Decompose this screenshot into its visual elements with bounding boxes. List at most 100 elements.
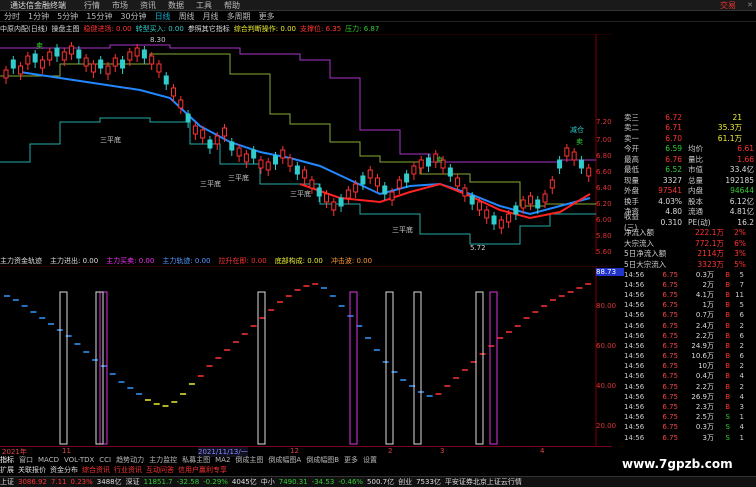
tab-indicator[interactable]: 指标 bbox=[0, 455, 14, 465]
trade-button[interactable]: 交易 bbox=[720, 0, 736, 11]
tab-private[interactable]: 私募主图 bbox=[182, 455, 210, 465]
indicator-main[interactable]: 操盘主图 bbox=[51, 24, 79, 34]
tick-volume: 10.6万 bbox=[691, 352, 714, 361]
period-1min[interactable]: 1分钟 bbox=[27, 11, 50, 22]
flow-value: 222.1万 bbox=[695, 228, 724, 238]
subchart-tick-label: 40.00 bbox=[596, 382, 617, 390]
subchart-box bbox=[349, 291, 358, 445]
candle bbox=[18, 65, 24, 75]
index-shanghai-name[interactable]: 上证 bbox=[0, 477, 14, 487]
period-intraday[interactable]: 分时 bbox=[3, 11, 21, 22]
sub-shock: 冲击波: 0.00 bbox=[330, 257, 373, 265]
candle bbox=[476, 201, 482, 211]
quote-value: 3327 bbox=[662, 175, 682, 185]
tab-ma2[interactable]: MA2 bbox=[215, 456, 230, 464]
close-icon[interactable]: ✕ bbox=[747, 1, 753, 9]
tab-trend[interactable]: 趋势动力 bbox=[116, 455, 144, 465]
link-credit[interactable]: 信用户赢利专享 bbox=[178, 465, 227, 475]
date-label-1: 11 bbox=[62, 447, 71, 455]
menu-item-tools[interactable]: 工具 bbox=[196, 0, 212, 11]
price-tick-label: 7.20 bbox=[596, 118, 612, 126]
menu-item-market[interactable]: 市场 bbox=[112, 0, 128, 11]
sell-3-row[interactable]: 卖三 6.72 21 bbox=[624, 112, 756, 123]
tab-vol[interactable]: VOL-TDX bbox=[64, 456, 94, 464]
menu-item-news[interactable]: 资讯 bbox=[140, 0, 156, 11]
sell-2-row[interactable]: 卖二 6.71 35.3万 bbox=[624, 123, 756, 134]
tick-side: B bbox=[725, 392, 730, 401]
tab-test-main[interactable]: 倒成主图 bbox=[235, 455, 263, 465]
tick-price: 6.75 bbox=[662, 331, 678, 340]
menu-item-help[interactable]: 帮助 bbox=[224, 0, 240, 11]
max-price-label: 8.30 bbox=[150, 36, 166, 44]
candle bbox=[520, 199, 526, 209]
link-news[interactable]: 综合资讯 bbox=[82, 465, 110, 475]
period-5min[interactable]: 5分钟 bbox=[56, 11, 79, 22]
index-shanghai-pct: 0.23% bbox=[70, 478, 93, 486]
period-monthly[interactable]: 月线 bbox=[202, 11, 220, 22]
tick-row: 14:56 6.75 2.2万 B 2 bbox=[624, 382, 756, 392]
tick-count: 1 bbox=[739, 413, 744, 422]
tab-cci[interactable]: CCI bbox=[99, 456, 111, 464]
candle bbox=[287, 157, 293, 167]
tab-macd[interactable]: MACD bbox=[38, 456, 59, 464]
link-extend[interactable]: 扩展 bbox=[0, 465, 14, 475]
tab-window[interactable]: 窗口 bbox=[19, 455, 33, 465]
tab-test-b[interactable]: 倒成幅图B bbox=[306, 455, 339, 465]
candlesticks bbox=[3, 42, 592, 234]
link-fund[interactable]: 资金分布 bbox=[50, 465, 78, 475]
index-sme-value: 7490.31 bbox=[278, 478, 308, 486]
kline-chart[interactable]: 8.30 5.72 三平底 三平底 三平底 三平底 三平底 卖 卖 卖 减仓 7… bbox=[0, 33, 612, 256]
menu-item-quotes[interactable]: 行情 bbox=[84, 0, 100, 11]
platform-label-4: 三平底 bbox=[290, 189, 311, 198]
index-shenzhen-value: 11851.7 bbox=[143, 478, 173, 486]
tick-volume: 3万 bbox=[702, 433, 714, 442]
index-sme-change: -34.53 bbox=[311, 478, 335, 486]
subchart-tick-label: 80.00 bbox=[596, 302, 617, 310]
tick-time: 14:56 bbox=[624, 362, 645, 371]
quote-label: PE(动) bbox=[688, 217, 711, 227]
quote-value: 4.03% bbox=[658, 196, 682, 206]
period-daily[interactable]: 日线 bbox=[154, 11, 172, 22]
candle bbox=[331, 201, 337, 211]
candle bbox=[236, 147, 242, 157]
mid-line bbox=[0, 53, 596, 207]
tab-test-a[interactable]: 倒成幅图A bbox=[268, 455, 301, 465]
period-multi[interactable]: 多周期 bbox=[226, 11, 252, 22]
tick-volume: 1万 bbox=[702, 301, 714, 310]
index-shenzhen-name[interactable]: 深证 bbox=[126, 477, 140, 487]
period-30min[interactable]: 30分钟 bbox=[119, 11, 147, 22]
index-gem-name[interactable]: 创业 bbox=[398, 477, 412, 487]
tick-volume: 0.7万 bbox=[695, 311, 714, 320]
quote-panel: 卖三 6.72 21 卖二 6.71 35.3万 卖一 6.70 61.1万 今… bbox=[624, 112, 756, 476]
menu-item-data[interactable]: 数据 bbox=[168, 0, 184, 11]
subchart-title[interactable]: 主力资金轨迹 bbox=[0, 256, 42, 266]
indicator-support: 支撑位: 6.35 bbox=[299, 24, 342, 33]
min-price-label: 5.72 bbox=[470, 244, 486, 252]
tab-more[interactable]: 更多 bbox=[344, 455, 358, 465]
candle bbox=[564, 147, 570, 157]
subchart-header: 主力资金轨迹 主力进出: 0.00 主力买卖: 0.00 主力轨迹: 0.00 … bbox=[0, 256, 612, 266]
period-15min[interactable]: 15分钟 bbox=[85, 11, 113, 22]
indicator-steady-entry: 稳健进场: 0.00 bbox=[83, 24, 132, 33]
sell-1-row[interactable]: 卖一 6.70 61.1万 bbox=[624, 133, 756, 144]
tick-volume: 2.2万 bbox=[695, 331, 714, 340]
link-qa[interactable]: 互动问答 bbox=[146, 465, 174, 475]
tick-list[interactable]: 14:56 6.75 0.3万 B 5 14:56 6.75 2万 B 7 14:56 6.75 4.1… bbox=[624, 270, 756, 443]
kline-svg: 8.30 5.72 三平底 三平底 三平底 三平底 三平底 卖 卖 卖 减仓 bbox=[0, 33, 612, 254]
tab-monitor[interactable]: 主力监控 bbox=[149, 455, 177, 465]
period-more[interactable]: 更多 bbox=[258, 11, 276, 22]
link-industry[interactable]: 行业资讯 bbox=[114, 465, 142, 475]
link-related[interactable]: 关联报价 bbox=[18, 465, 46, 475]
tick-volume: 10万 bbox=[698, 362, 714, 371]
flow-row: 5日大宗流入 3323万 5% bbox=[624, 259, 756, 270]
tick-count: 2 bbox=[739, 362, 744, 371]
date-label-3: 12 bbox=[290, 447, 299, 455]
tab-settings[interactable]: 设置 bbox=[363, 455, 377, 465]
subchart[interactable]: 88.73 80.00 60.00 40.00 20.00 bbox=[0, 265, 624, 446]
candle bbox=[382, 185, 388, 195]
candle bbox=[571, 151, 577, 161]
index-sme-name[interactable]: 中小 bbox=[261, 477, 275, 487]
period-weekly[interactable]: 周线 bbox=[178, 11, 196, 22]
candle bbox=[156, 63, 162, 73]
sub-main-flow: 主力进出: 0.00 bbox=[50, 257, 99, 265]
